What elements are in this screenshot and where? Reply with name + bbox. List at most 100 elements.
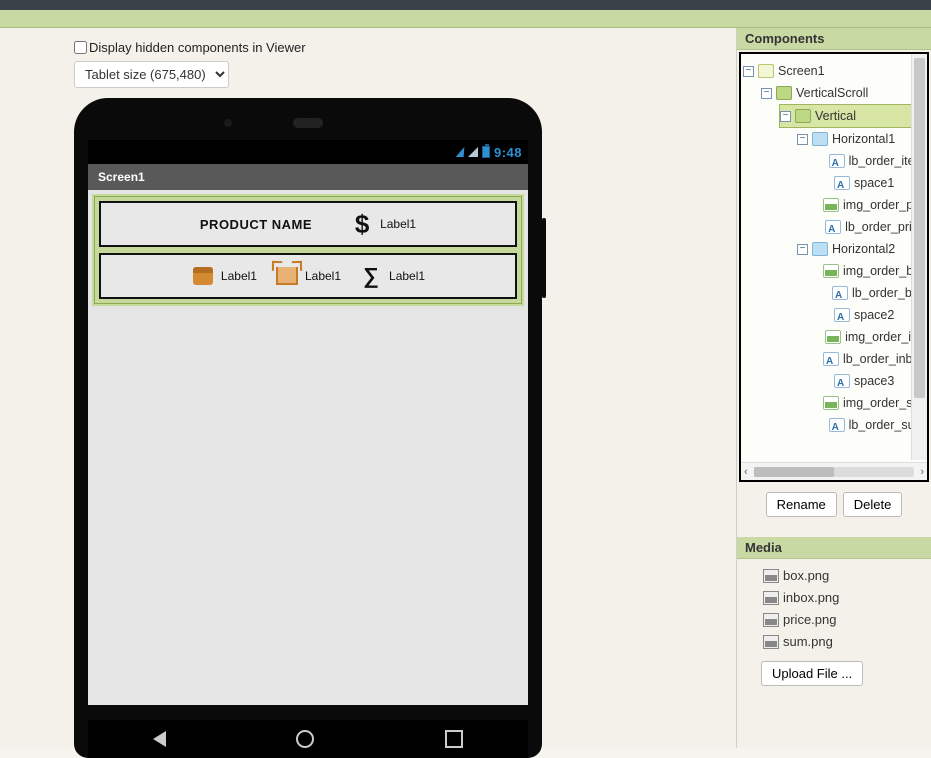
media-item-inbox[interactable]: inbox.png: [763, 587, 927, 609]
collapse-icon[interactable]: −: [797, 134, 808, 145]
nav-recent-icon[interactable]: [445, 730, 463, 748]
tree-node-space1[interactable]: space1: [743, 172, 925, 194]
image-icon: [823, 198, 839, 212]
hidden-components-label: Display hidden components in Viewer: [89, 40, 306, 55]
tree-node-img-order-price[interactable]: img_order_pric: [743, 194, 925, 216]
vertical-arrangement[interactable]: PRODUCT NAME $ Label1 Label1: [94, 196, 522, 304]
label-icon: [832, 286, 848, 300]
rename-button[interactable]: Rename: [766, 492, 837, 517]
sum-pair: ∑ Label1: [359, 264, 425, 288]
tree-label: Horizontal2: [832, 238, 895, 260]
label-icon: [834, 374, 850, 388]
android-navbar: [88, 720, 528, 758]
tree-label: Vertical: [815, 105, 856, 127]
vertical-arrangement-icon: [795, 109, 811, 123]
vertical-scroll-arrangement[interactable]: PRODUCT NAME $ Label1 Label1: [92, 194, 524, 306]
label-icon: [829, 418, 845, 432]
inbox-pair: Label1: [275, 264, 341, 288]
delete-button[interactable]: Delete: [843, 492, 903, 517]
dollar-icon[interactable]: $: [350, 212, 374, 236]
horizontal1[interactable]: PRODUCT NAME $ Label1: [99, 201, 517, 247]
hidden-components-row: Display hidden components in Viewer: [74, 40, 736, 55]
lb-order-item[interactable]: PRODUCT NAME: [200, 217, 312, 232]
battery-icon: [482, 146, 490, 158]
screen-titlebar: Screen1: [88, 164, 528, 190]
tree-label: Screen1: [778, 60, 825, 82]
collapse-icon[interactable]: −: [797, 244, 808, 255]
scroll-left-icon[interactable]: ‹: [744, 466, 748, 478]
tree-node-lb-order-inbox[interactable]: lb_order_inbox: [743, 348, 925, 370]
upload-row: Upload File ...: [737, 657, 931, 694]
image-file-icon: [763, 569, 779, 583]
label-icon: [825, 220, 841, 234]
horizontal-arrangement-icon: [812, 242, 828, 256]
statusbar-time: 9:48: [494, 145, 522, 160]
tree-node-space2[interactable]: space2: [743, 304, 925, 326]
hidden-components-checkbox[interactable]: [74, 41, 87, 54]
media-item-sum[interactable]: sum.png: [763, 631, 927, 653]
image-file-icon: [763, 613, 779, 627]
tree-node-horizontal1[interactable]: − Horizontal1: [743, 128, 925, 150]
tree-node-space3[interactable]: space3: [743, 370, 925, 392]
media-filename: price.png: [783, 609, 836, 631]
tree-node-lb-order-price[interactable]: lb_order_price: [743, 216, 925, 238]
phone-screen: 9:48 Screen1 PRODUCT NAME $ Label1: [88, 140, 528, 705]
phone-frame: 9:48 Screen1 PRODUCT NAME $ Label1: [74, 98, 542, 758]
media-filename: inbox.png: [783, 587, 839, 609]
components-tree[interactable]: − Screen1 − VerticalScroll − Vertical −: [741, 54, 927, 459]
image-file-icon: [763, 635, 779, 649]
label-icon: [834, 176, 850, 190]
tree-node-lb-order-sum[interactable]: lb_order_sum: [743, 414, 925, 436]
tree-node-verticalscroll[interactable]: − VerticalScroll: [743, 82, 925, 104]
lb-order-box[interactable]: Label1: [221, 269, 257, 283]
phone-camera-dot: [224, 119, 232, 127]
signal-icon: [468, 147, 478, 157]
collapse-icon[interactable]: −: [761, 88, 772, 99]
media-filename: sum.png: [783, 631, 833, 653]
scroll-right-icon[interactable]: ›: [920, 466, 924, 478]
nav-back-icon[interactable]: [153, 731, 166, 747]
tree-label: space1: [854, 172, 894, 194]
media-panel-title: Media: [737, 537, 931, 559]
inbox-icon[interactable]: [275, 264, 299, 288]
price-pair: $ Label1: [350, 212, 416, 236]
app-topbar: [0, 0, 931, 10]
tree-node-lb-order-box[interactable]: lb_order_box: [743, 282, 925, 304]
horizontal2[interactable]: Label1 Label1 ∑ Label1: [99, 253, 517, 299]
tree-node-lb-order-item[interactable]: lb_order_item: [743, 150, 925, 172]
tree-horizontal-scrollbar[interactable]: ‹ ›: [741, 462, 927, 480]
collapse-icon[interactable]: −: [780, 111, 791, 122]
box-icon[interactable]: [191, 264, 215, 288]
lb-order-inbox[interactable]: Label1: [305, 269, 341, 283]
lb-order-sum[interactable]: Label1: [389, 269, 425, 283]
tree-node-img-order-sum[interactable]: img_order_sum: [743, 392, 925, 414]
tree-node-screen1[interactable]: − Screen1: [743, 60, 925, 82]
lb-order-price[interactable]: Label1: [380, 217, 416, 231]
collapse-icon[interactable]: −: [743, 66, 754, 77]
media-item-price[interactable]: price.png: [763, 609, 927, 631]
right-column: Components − Screen1 − VerticalScroll − …: [736, 28, 931, 748]
media-filename: box.png: [783, 565, 829, 587]
label-icon: [823, 352, 839, 366]
tree-label: space3: [854, 370, 894, 392]
tree-node-horizontal2[interactable]: − Horizontal2: [743, 238, 925, 260]
tree-label: VerticalScroll: [796, 82, 868, 104]
horizontal-arrangement-icon: [812, 132, 828, 146]
preview-size-select[interactable]: Tablet size (675,480): [74, 61, 229, 88]
android-statusbar: 9:48: [88, 140, 528, 164]
image-icon: [823, 264, 839, 278]
components-tree-container: − Screen1 − VerticalScroll − Vertical −: [739, 52, 929, 482]
tree-action-buttons: Rename Delete: [737, 484, 931, 525]
scroll-thumb[interactable]: [754, 467, 915, 477]
media-panel: Media box.png inbox.png price.png sum.pn…: [737, 537, 931, 694]
sigma-icon[interactable]: ∑: [359, 264, 383, 288]
tree-node-img-order-box[interactable]: img_order_box: [743, 260, 925, 282]
nav-home-icon[interactable]: [296, 730, 314, 748]
upload-file-button[interactable]: Upload File ...: [761, 661, 863, 686]
tree-vertical-scrollbar[interactable]: [911, 54, 927, 460]
media-item-box[interactable]: box.png: [763, 565, 927, 587]
tree-node-img-order-inbox[interactable]: img_order_inb: [743, 326, 925, 348]
tree-node-vertical[interactable]: − Vertical: [779, 104, 925, 128]
phone-earpiece: [293, 118, 323, 128]
tree-label: space2: [854, 304, 894, 326]
